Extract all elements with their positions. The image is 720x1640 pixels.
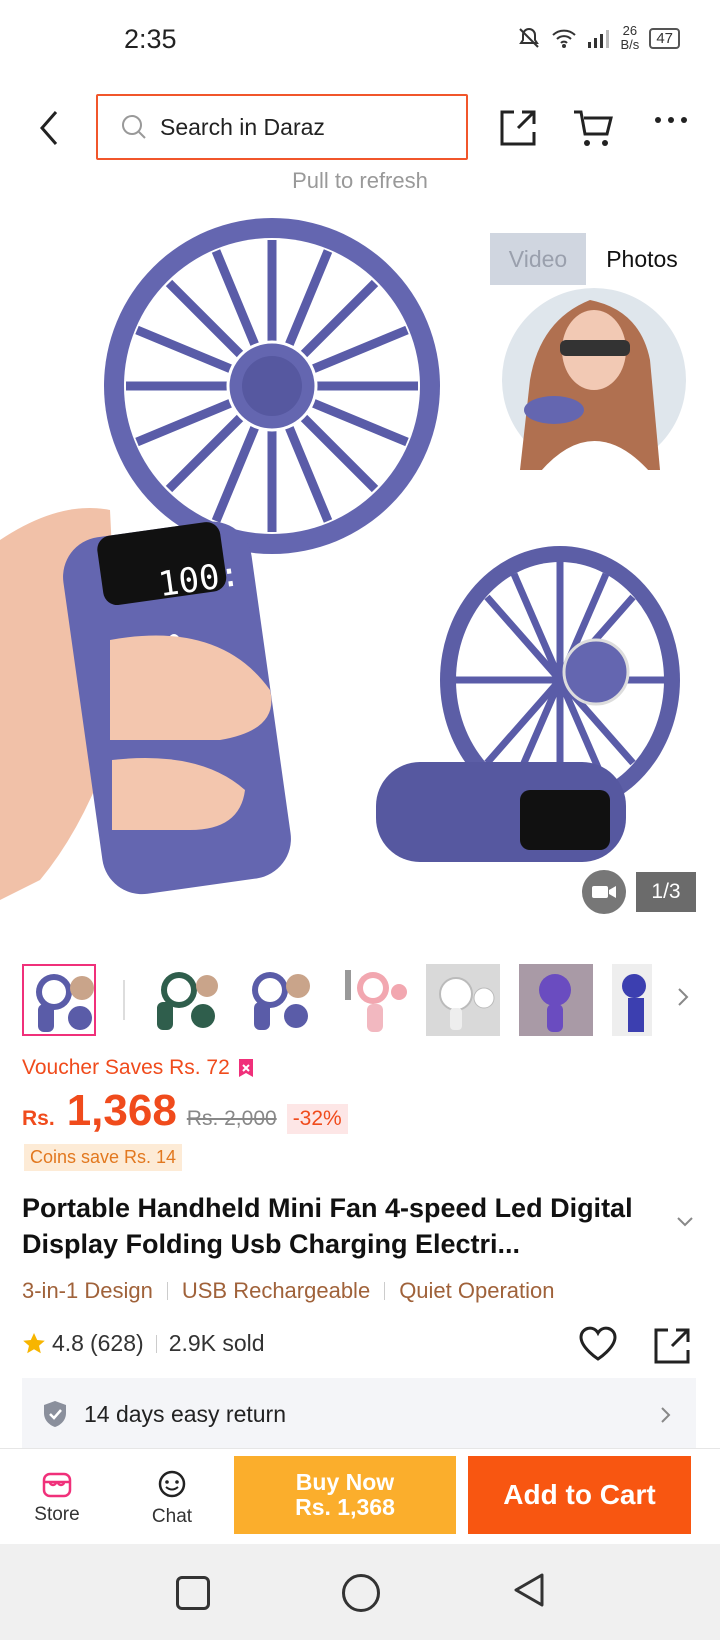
thumbnail-divider (123, 980, 125, 1020)
status-icons: 26 B/s 47 (517, 24, 680, 52)
network-speed: 26 B/s (620, 23, 640, 52)
divider (166, 1282, 168, 1300)
back-triangle-icon[interactable] (512, 1572, 546, 1608)
back-icon[interactable] (34, 108, 64, 148)
divider (384, 1282, 386, 1300)
thumbnail-strip (22, 962, 652, 1038)
more-options-icon[interactable] (654, 116, 688, 124)
buy-now-price: Rs. 1,368 (295, 1494, 395, 1520)
wifi-icon (551, 29, 576, 48)
recent-apps-button[interactable] (176, 1576, 210, 1610)
price: 1,368 (66, 1086, 177, 1135)
voucher-icon (238, 1059, 253, 1077)
add-to-cart-button[interactable]: Add to Cart (468, 1456, 691, 1534)
return-policy-row[interactable]: 14 days easy return (22, 1378, 696, 1450)
status-time: 2:35 (124, 24, 177, 54)
cart-icon[interactable] (572, 108, 614, 148)
feature-tags: 3-in-1 Design USB Rechargeable Quiet Ope… (22, 1278, 555, 1304)
thumbnail[interactable] (333, 964, 407, 1036)
chevron-right-icon[interactable] (676, 986, 690, 1008)
divider (155, 1334, 157, 1353)
video-camera-icon (592, 886, 616, 898)
buy-now-button[interactable]: Buy Now Rs. 1,368 (234, 1456, 456, 1534)
home-button[interactable] (342, 1574, 380, 1612)
store-button[interactable]: Store (24, 1470, 90, 1526)
chat-button[interactable]: Chat (136, 1470, 208, 1528)
battery-indicator: 47 (649, 27, 680, 49)
search-input[interactable]: Search in Daraz (96, 94, 468, 160)
wishlist-heart-icon[interactable] (578, 1326, 618, 1362)
chevron-right-icon[interactable] (660, 1406, 672, 1424)
chat-icon (158, 1470, 186, 1498)
product-title: Portable Handheld Mini Fan 4-speed Led D… (22, 1193, 633, 1259)
return-text: 14 days easy return (84, 1400, 287, 1427)
thumbnail[interactable] (147, 964, 221, 1036)
video-play-button[interactable] (582, 870, 626, 914)
feature-tag: USB Rechargeable (181, 1278, 371, 1303)
star-icon (23, 1332, 45, 1353)
rating-value: 4.8 (52, 1330, 84, 1356)
thumbnail[interactable] (612, 964, 652, 1036)
product-illustration: 100: (0, 218, 686, 900)
thumbnail[interactable] (519, 964, 593, 1036)
store-label: Store (34, 1504, 80, 1525)
search-placeholder: Search in Daraz (160, 113, 325, 140)
thumbnail[interactable] (426, 964, 500, 1036)
rating-row[interactable]: 4.8 (628) 2.9K sold (22, 1330, 265, 1357)
shield-check-icon (44, 1401, 66, 1427)
buy-now-label: Buy Now (295, 1469, 395, 1495)
currency-label: Rs. (22, 1107, 55, 1130)
share-icon[interactable] (652, 1326, 692, 1366)
product-image[interactable]: 100: (0, 200, 720, 924)
search-icon (122, 115, 146, 139)
store-icon (42, 1472, 72, 1498)
chat-label: Chat (151, 1506, 193, 1527)
discount-badge: -32% (286, 1104, 348, 1134)
tab-video[interactable]: Video (490, 233, 586, 285)
thumbnail[interactable] (22, 964, 96, 1036)
voucher-text: Voucher Saves Rs. 72 (22, 1056, 230, 1079)
mute-notification-icon (518, 27, 539, 48)
pull-to-refresh-text: Pull to refresh (292, 168, 428, 192)
voucher-info[interactable]: Voucher Saves Rs. 72 (22, 1056, 254, 1080)
chevron-down-icon[interactable] (676, 1216, 694, 1228)
original-price: Rs. 2,000 (186, 1107, 277, 1130)
feature-tag: 3-in-1 Design (22, 1278, 153, 1303)
share-icon[interactable] (498, 108, 538, 148)
thumbnail[interactable] (240, 964, 314, 1036)
review-count: (628) (89, 1330, 144, 1356)
feature-tag: Quiet Operation (399, 1278, 555, 1303)
coins-badge: Coins save Rs. 14 (24, 1144, 183, 1171)
price-row: Rs. 1,368 Rs. 2,000 -32% (22, 1086, 348, 1136)
image-counter: 1/3 (636, 872, 696, 912)
tab-photos[interactable]: Photos (586, 233, 698, 285)
signal-icon (587, 30, 609, 48)
sold-count: 2.9K sold (168, 1330, 265, 1356)
